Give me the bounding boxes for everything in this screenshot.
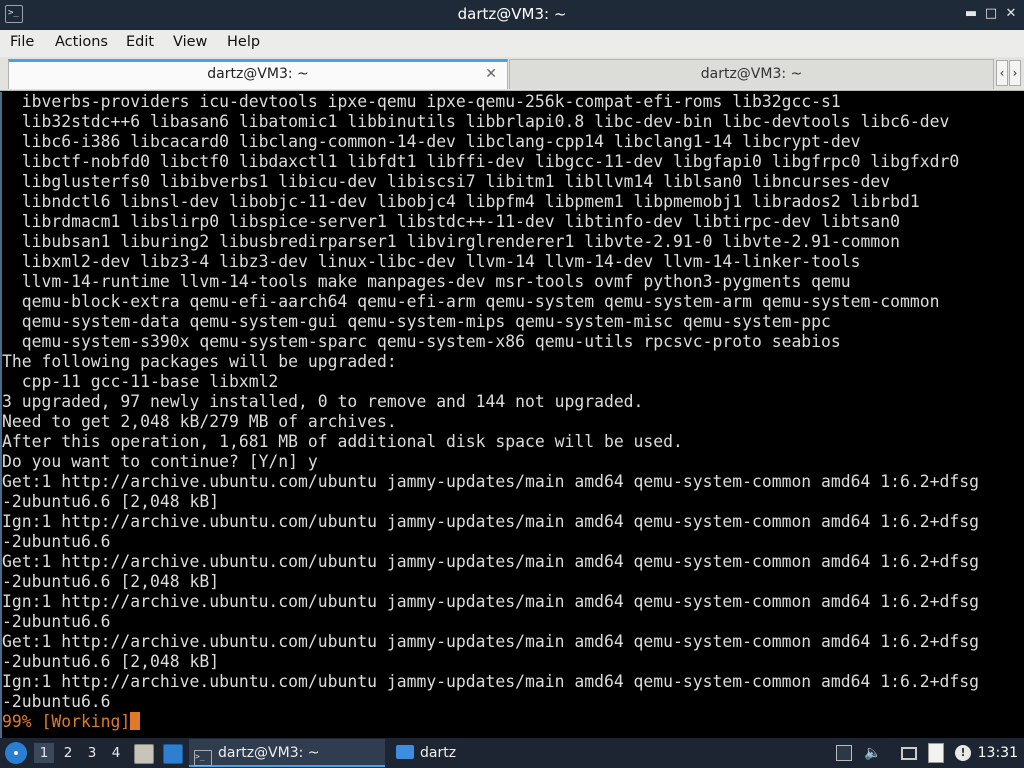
taskbar: 1 2 3 4 >_ dartz@VM3: ~ dartz 🔈 ! 13:31 bbox=[0, 738, 1024, 768]
terminal-line: libndctl6 libnsl-dev libobjc-11-dev libo… bbox=[2, 192, 920, 211]
terminal-line: Ign:1 http://archive.ubuntu.com/ubuntu j… bbox=[2, 672, 979, 691]
terminal-line: The following packages will be upgraded: bbox=[2, 352, 397, 371]
display-icon[interactable] bbox=[901, 747, 917, 760]
terminal-line: -2ubuntu6.6 bbox=[2, 532, 111, 551]
progress-text: 99% [Working] bbox=[2, 712, 131, 731]
network-icon[interactable] bbox=[836, 745, 852, 761]
terminal-line: libctf-nobfd0 libctf0 libdaxctl1 libfdt1… bbox=[2, 152, 960, 171]
tab-scroll-left-icon[interactable]: ‹ bbox=[996, 60, 1008, 86]
tab-label: dartz@VM3: ~ bbox=[207, 66, 309, 82]
task-label: dartz@VM3: ~ bbox=[218, 745, 320, 761]
tab-terminal-2[interactable]: dartz@VM3: ~ bbox=[509, 59, 994, 89]
terminal-line: qemu-system-s390x qemu-system-sparc qemu… bbox=[2, 332, 841, 351]
terminal-line: libglusterfs0 libibverbs1 libicu-dev lib… bbox=[2, 172, 891, 191]
file-manager-icon[interactable] bbox=[134, 744, 154, 764]
tab-close-icon[interactable]: ✕ bbox=[485, 62, 497, 87]
terminal-line: -2ubuntu6.6 bbox=[2, 612, 111, 631]
terminal-line: libubsan1 liburing2 libusbredirparser1 l… bbox=[2, 232, 900, 251]
terminal-text: ibverbs-providers icu-devtools ipxe-qemu… bbox=[2, 92, 1024, 732]
menu-bar: File Actions Edit View Help bbox=[0, 30, 1024, 57]
menu-actions[interactable]: Actions bbox=[55, 34, 108, 50]
terminal-line: cpp-11 gcc-11-base libxml2 bbox=[2, 372, 279, 391]
terminal-line: Need to get 2,048 kB/279 MB of archives. bbox=[2, 412, 397, 431]
menu-view[interactable]: View bbox=[173, 34, 207, 50]
task-label: dartz bbox=[420, 745, 457, 761]
terminal-line: qemu-system-data qemu-system-gui qemu-sy… bbox=[2, 312, 831, 331]
terminal-line: librdmacm1 libslirp0 libspice-server1 li… bbox=[2, 212, 900, 231]
tab-label: dartz@VM3: ~ bbox=[700, 66, 803, 82]
workspace-2[interactable]: 2 bbox=[58, 743, 78, 763]
tab-scroll-right-icon[interactable]: › bbox=[1009, 60, 1021, 86]
folder-icon bbox=[396, 745, 414, 759]
terminal-cursor bbox=[130, 712, 141, 730]
close-icon[interactable]: ✕ bbox=[1004, 6, 1018, 22]
terminal-line: After this operation, 1,681 MB of additi… bbox=[2, 432, 683, 451]
maximize-icon[interactable]: □ bbox=[984, 6, 998, 22]
terminal-line: -2ubuntu6.6 [2,048 kB] bbox=[2, 652, 220, 671]
terminal-line: -2ubuntu6.6 [2,048 kB] bbox=[2, 572, 220, 591]
terminal-line: qemu-block-extra qemu-efi-aarch64 qemu-e… bbox=[2, 292, 940, 311]
terminal-line: 3 upgraded, 97 newly installed, 0 to rem… bbox=[2, 392, 644, 411]
task-terminal[interactable]: >_ dartz@VM3: ~ bbox=[189, 739, 385, 767]
progress-line: 99% [Working] bbox=[2, 712, 1024, 732]
volume-icon[interactable]: 🔈 bbox=[864, 745, 881, 761]
workspace-1[interactable]: 1 bbox=[34, 743, 54, 763]
terminal-output[interactable]: ibverbs-providers icu-devtools ipxe-qemu… bbox=[0, 92, 1024, 738]
terminal-line: lib32stdc++6 libasan6 libatomic1 libbinu… bbox=[2, 112, 950, 131]
terminal-line: Do you want to continue? [Y/n] y bbox=[2, 452, 318, 471]
minimize-icon[interactable]: ▬ bbox=[964, 6, 978, 22]
workspace-3[interactable]: 3 bbox=[82, 743, 102, 763]
terminal-line: -2ubuntu6.6 [2,048 kB] bbox=[2, 492, 220, 511]
terminal-line: libc6-i386 libcacard0 libclang-common-14… bbox=[2, 132, 861, 151]
menu-edit[interactable]: Edit bbox=[126, 34, 154, 50]
lxqt-start-icon[interactable] bbox=[5, 742, 27, 764]
tab-bar: dartz@VM3: ~ ✕ dartz@VM3: ~ bbox=[0, 57, 1024, 91]
window-titlebar[interactable]: >_ dartz@VM3: ~ ▬ □ ✕ bbox=[0, 0, 1024, 30]
workspace-4[interactable]: 4 bbox=[106, 743, 126, 763]
terminal-line: Get:1 http://archive.ubuntu.com/ubuntu j… bbox=[2, 472, 979, 491]
window-title: dartz@VM3: ~ bbox=[457, 5, 567, 23]
menu-file[interactable]: File bbox=[10, 34, 34, 50]
terminal-line: -2ubuntu6.6 bbox=[2, 692, 111, 711]
terminal-line: llvm-14-runtime llvm-14-tools make manpa… bbox=[2, 272, 851, 291]
clock[interactable]: 13:31 bbox=[978, 738, 1018, 768]
terminal-line: libxml2-dev libz3-4 libz3-dev linux-libc… bbox=[2, 252, 861, 271]
terminal-line: Ign:1 http://archive.ubuntu.com/ubuntu j… bbox=[2, 512, 979, 531]
clipboard-icon[interactable] bbox=[928, 743, 944, 763]
terminal-icon: >_ bbox=[194, 750, 212, 766]
terminal-line: ibverbs-providers icu-devtools ipxe-qemu… bbox=[2, 92, 841, 111]
show-desktop-icon[interactable] bbox=[163, 744, 183, 764]
menu-help[interactable]: Help bbox=[227, 34, 260, 50]
terminal-line: Get:1 http://archive.ubuntu.com/ubuntu j… bbox=[2, 552, 979, 571]
terminal-line: Get:1 http://archive.ubuntu.com/ubuntu j… bbox=[2, 632, 979, 651]
update-notifier-icon[interactable]: ! bbox=[955, 745, 971, 761]
terminal-line: Ign:1 http://archive.ubuntu.com/ubuntu j… bbox=[2, 592, 979, 611]
task-file-manager[interactable]: dartz bbox=[390, 739, 586, 767]
tab-terminal-1[interactable]: dartz@VM3: ~ ✕ bbox=[8, 59, 508, 89]
